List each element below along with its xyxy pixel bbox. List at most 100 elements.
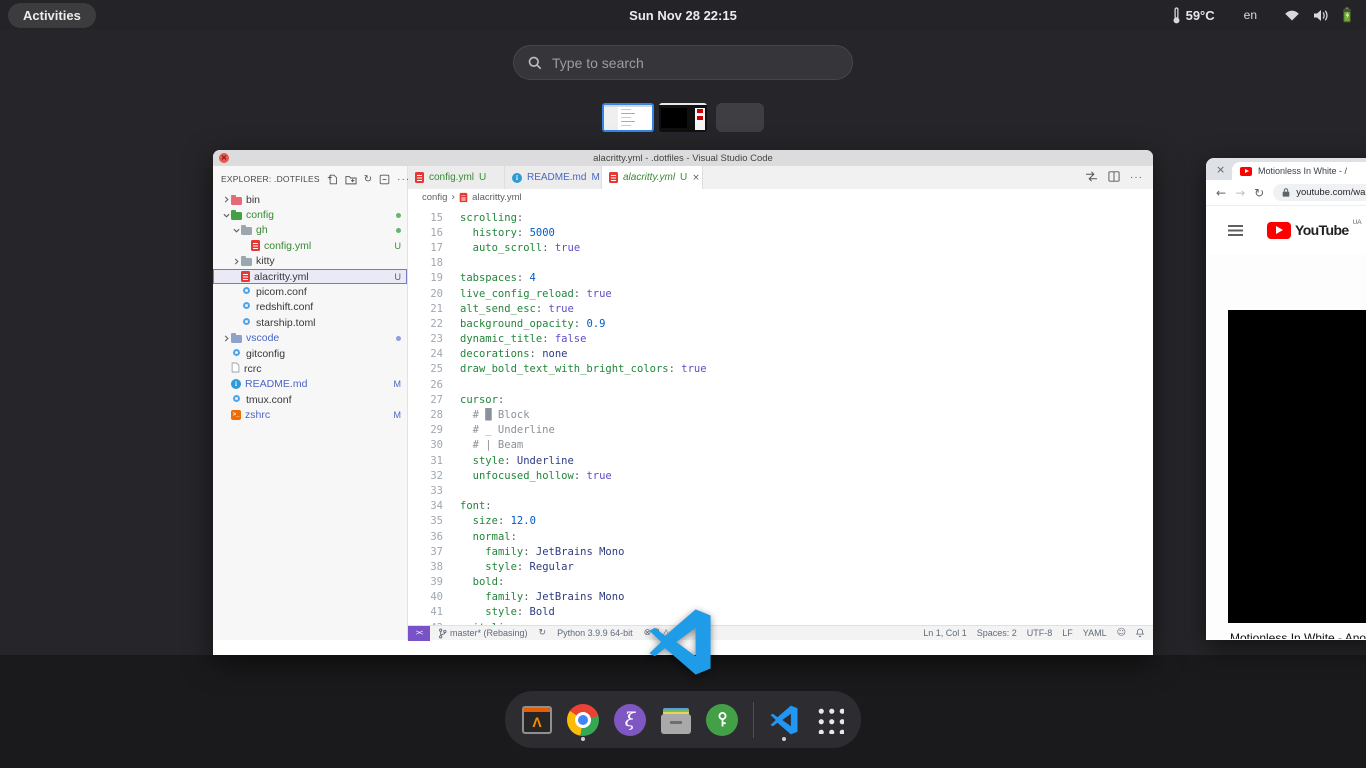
workspace-thumbnail-2[interactable] <box>659 103 707 132</box>
tree-item-config[interactable]: config <box>213 207 407 222</box>
code-line-31[interactable]: 31 style: Underline <box>408 453 1153 468</box>
code-line-28[interactable]: 28 # █ Block <box>408 407 1153 422</box>
tree-item-rcrc[interactable]: rcrc <box>213 361 407 376</box>
code-line-16[interactable]: 16 history: 5000 <box>408 225 1153 240</box>
breadcrumb-folder[interactable]: config <box>422 192 447 203</box>
python-interpreter[interactable]: Python 3.9.9 64-bit <box>557 628 633 638</box>
refresh-icon[interactable]: ↻ <box>364 174 372 185</box>
vscode-app-icon[interactable] <box>646 608 714 676</box>
tree-item-config.yml[interactable]: config.ymlU <box>213 238 407 253</box>
status-lf[interactable]: LF <box>1062 628 1073 638</box>
code-line-25[interactable]: 25draw_bold_text_with_bright_colors: tru… <box>408 362 1153 377</box>
status-spaces-2[interactable]: Spaces: 2 <box>977 628 1017 638</box>
tree-item-starship.toml[interactable]: starship.toml <box>213 315 407 330</box>
status-yaml[interactable]: YAML <box>1083 628 1107 638</box>
code-line-32[interactable]: 32 unfocused_hollow: true <box>408 468 1153 483</box>
line-number: 38 <box>408 561 443 573</box>
window-close-button[interactable]: × <box>219 153 229 163</box>
tree-item-gitconfig[interactable]: gitconfig <box>213 346 407 361</box>
youtube-logo[interactable]: YouTube UA <box>1267 222 1349 239</box>
code-line-19[interactable]: 19tabspaces: 4 <box>408 271 1153 286</box>
code-line-33[interactable]: 33 <box>408 483 1153 498</box>
editor-more-actions[interactable]: ··· <box>1130 172 1143 183</box>
new-folder-icon[interactable] <box>345 174 357 185</box>
back-icon[interactable]: ← <box>1216 186 1226 200</box>
code-line-41[interactable]: 41 style: Bold <box>408 605 1153 620</box>
keyboard-layout-indicator[interactable]: en <box>1244 8 1257 22</box>
dock-item-alacritty-terminal[interactable] <box>522 699 552 741</box>
code-line-18[interactable]: 18 <box>408 256 1153 271</box>
tree-item-zshrc[interactable]: >_zshrcM <box>213 407 407 422</box>
chrome-window[interactable]: × Motionless In White - / ← → ↻ youtube.… <box>1206 158 1366 640</box>
tab-close-icon[interactable]: × <box>692 173 700 183</box>
code-line-21[interactable]: 21alt_send_esc: true <box>408 301 1153 316</box>
system-tray[interactable]: 59°C en <box>1172 0 1352 30</box>
workspace-thumbnail-3[interactable] <box>716 103 764 132</box>
sync-icon[interactable]: ↻ <box>539 628 547 638</box>
vscode-window[interactable]: × alacritty.yml - .dotfiles - Visual Stu… <box>213 150 1153 655</box>
remote-indicator[interactable]: >< <box>408 626 430 641</box>
tree-item-kitty[interactable]: kitty <box>213 254 407 269</box>
status-ln-1-col-1[interactable]: Ln 1, Col 1 <box>923 628 967 638</box>
code-line-27[interactable]: 27cursor: <box>408 392 1153 407</box>
code-line-17[interactable]: 17 auto_scroll: true <box>408 240 1153 255</box>
tree-item-picom.conf[interactable]: picom.conf <box>213 284 407 299</box>
reload-icon[interactable]: ↻ <box>1254 186 1264 200</box>
dock-item-emacs[interactable]: ξ <box>614 699 646 741</box>
notifications-bell-icon[interactable] <box>1136 628 1144 638</box>
workspace-thumbnail-1[interactable] <box>602 103 654 132</box>
breadcrumb[interactable]: config › alacritty.yml <box>408 189 1153 206</box>
code-line-34[interactable]: 34font: <box>408 499 1153 514</box>
git-branch-status[interactable]: master* (Rebasing) <box>438 628 528 639</box>
code-line-15[interactable]: 15scrolling: <box>408 210 1153 225</box>
dock-item-file-manager[interactable] <box>661 699 691 741</box>
split-editor-icon[interactable] <box>1108 171 1120 185</box>
hamburger-menu-icon[interactable] <box>1228 225 1243 236</box>
tree-item-gh[interactable]: gh <box>213 223 407 238</box>
tree-item-vscode[interactable]: vscode <box>213 331 407 346</box>
code-editor[interactable]: 15scrolling:16 history: 500017 auto_scro… <box>408 206 1153 625</box>
clock[interactable]: Sun Nov 28 22:15 <box>0 8 1366 23</box>
status-utf-8[interactable]: UTF-8 <box>1027 628 1053 638</box>
line-number: 37 <box>408 546 443 558</box>
tree-item-bin[interactable]: bin <box>213 192 407 207</box>
tree-item-alacritty.yml[interactable]: alacritty.ymlU <box>213 269 407 284</box>
address-bar[interactable]: youtube.com/wa <box>1273 184 1366 201</box>
code-line-20[interactable]: 20live_config_reload: true <box>408 286 1153 301</box>
tree-item-README.md[interactable]: iREADME.mdM <box>213 377 407 392</box>
tree-item-tmux.conf[interactable]: tmux.conf <box>213 392 407 407</box>
gear-icon <box>231 347 242 361</box>
editor-tab-config.yml[interactable]: config.ymlU <box>408 166 505 189</box>
search-input[interactable]: Type to search <box>513 45 853 80</box>
editor-tab-README.md[interactable]: iREADME.mdM <box>505 166 602 189</box>
new-file-icon[interactable] <box>327 174 338 185</box>
background-tab-close-icon[interactable]: × <box>1216 163 1225 176</box>
editor-tab-alacritty.yml[interactable]: alacritty.ymlU× <box>602 166 703 189</box>
tree-item-redshift.conf[interactable]: redshift.conf <box>213 300 407 315</box>
code-line-22[interactable]: 22background_opacity: 0.9 <box>408 316 1153 331</box>
code-line-39[interactable]: 39 bold: <box>408 575 1153 590</box>
code-line-24[interactable]: 24decorations: none <box>408 347 1153 362</box>
code-line-23[interactable]: 23dynamic_title: false <box>408 332 1153 347</box>
line-number: 17 <box>408 242 443 254</box>
dock-item-app-grid[interactable] <box>814 699 844 741</box>
code-line-38[interactable]: 38 style: Regular <box>408 559 1153 574</box>
code-line-29[interactable]: 29 # _ Underline <box>408 423 1153 438</box>
code-line-37[interactable]: 37 family: JetBrains Mono <box>408 544 1153 559</box>
forward-icon[interactable]: → <box>1235 186 1245 200</box>
breadcrumb-file[interactable]: alacritty.yml <box>472 192 521 203</box>
code-line-36[interactable]: 36 normal: <box>408 529 1153 544</box>
chrome-active-tab[interactable]: Motionless In White - / <box>1232 162 1366 180</box>
dock-item-visual-studio-code[interactable] <box>769 699 799 741</box>
dock-item-passwords-keys[interactable] <box>706 699 738 741</box>
code-line-35[interactable]: 35 size: 12.0 <box>408 514 1153 529</box>
collapse-all-icon[interactable] <box>379 174 390 185</box>
code-line-40[interactable]: 40 family: JetBrains Mono <box>408 590 1153 605</box>
open-changes-icon[interactable] <box>1085 171 1098 185</box>
dock-item-google-chrome[interactable] <box>567 699 599 741</box>
feedback-icon[interactable]: ☺ <box>1117 628 1126 638</box>
video-player[interactable] <box>1228 310 1366 623</box>
code-line-26[interactable]: 26 <box>408 377 1153 392</box>
git-status-dot <box>396 213 401 218</box>
code-line-30[interactable]: 30 # | Beam <box>408 438 1153 453</box>
